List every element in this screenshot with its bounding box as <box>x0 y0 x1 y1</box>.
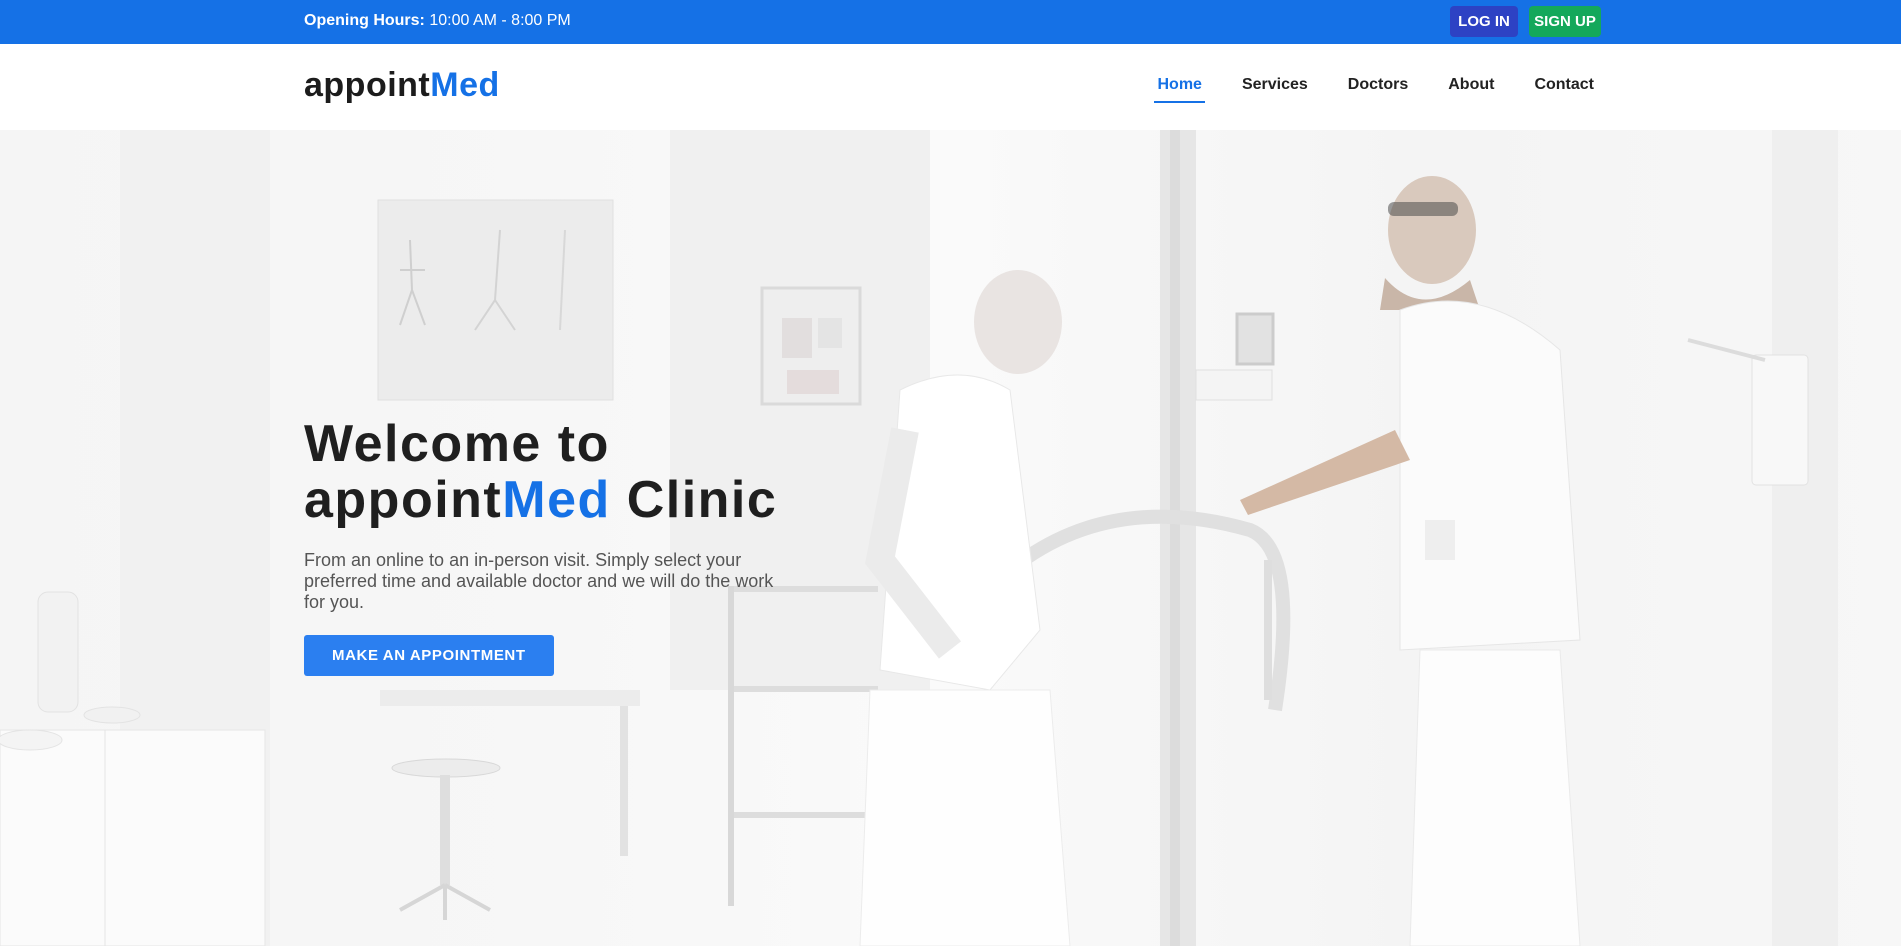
hero-title: Welcome to appointMed Clinic <box>304 416 824 528</box>
logo-main-text: appoint <box>304 66 431 104</box>
make-appointment-button[interactable]: MAKE AN APPOINTMENT <box>304 635 554 676</box>
opening-hours-value: 10:00 AM - 8:00 PM <box>429 12 571 29</box>
hero-title-suffix: Clinic <box>610 471 778 529</box>
logo-accent-text: Med <box>430 66 500 104</box>
nav-item-services[interactable]: Services <box>1239 76 1311 103</box>
auth-buttons: LOG IN SIGN UP <box>1450 6 1601 37</box>
opening-hours-label: Opening Hours: <box>304 12 425 29</box>
site-logo[interactable]: appointMed <box>304 66 500 105</box>
hero-title-accent: Med <box>502 471 611 529</box>
login-button[interactable]: LOG IN <box>1450 6 1518 37</box>
main-navbar: appointMed Home Services Doctors About C… <box>0 44 1901 130</box>
hero-title-brand: appoint <box>304 471 503 529</box>
nav-item-contact[interactable]: Contact <box>1531 76 1597 103</box>
hero-title-line1: Welcome to <box>304 415 610 473</box>
nav-menu: Home Services Doctors About Contact <box>1154 76 1597 103</box>
nav-item-doctors[interactable]: Doctors <box>1345 76 1411 103</box>
nav-item-about[interactable]: About <box>1445 76 1497 103</box>
hero-content: Welcome to appointMed Clinic From an onl… <box>304 416 824 676</box>
opening-hours: Opening Hours: 10:00 AM - 8:00 PM <box>304 12 571 30</box>
hero-section: Welcome to appointMed Clinic From an onl… <box>0 130 1901 946</box>
hero-background-image <box>0 130 1838 946</box>
hero-description: From an online to an in-person visit. Si… <box>304 550 774 612</box>
signup-button[interactable]: SIGN UP <box>1529 6 1601 37</box>
top-bar: Opening Hours: 10:00 AM - 8:00 PM LOG IN… <box>0 0 1901 44</box>
nav-item-home[interactable]: Home <box>1154 76 1205 103</box>
